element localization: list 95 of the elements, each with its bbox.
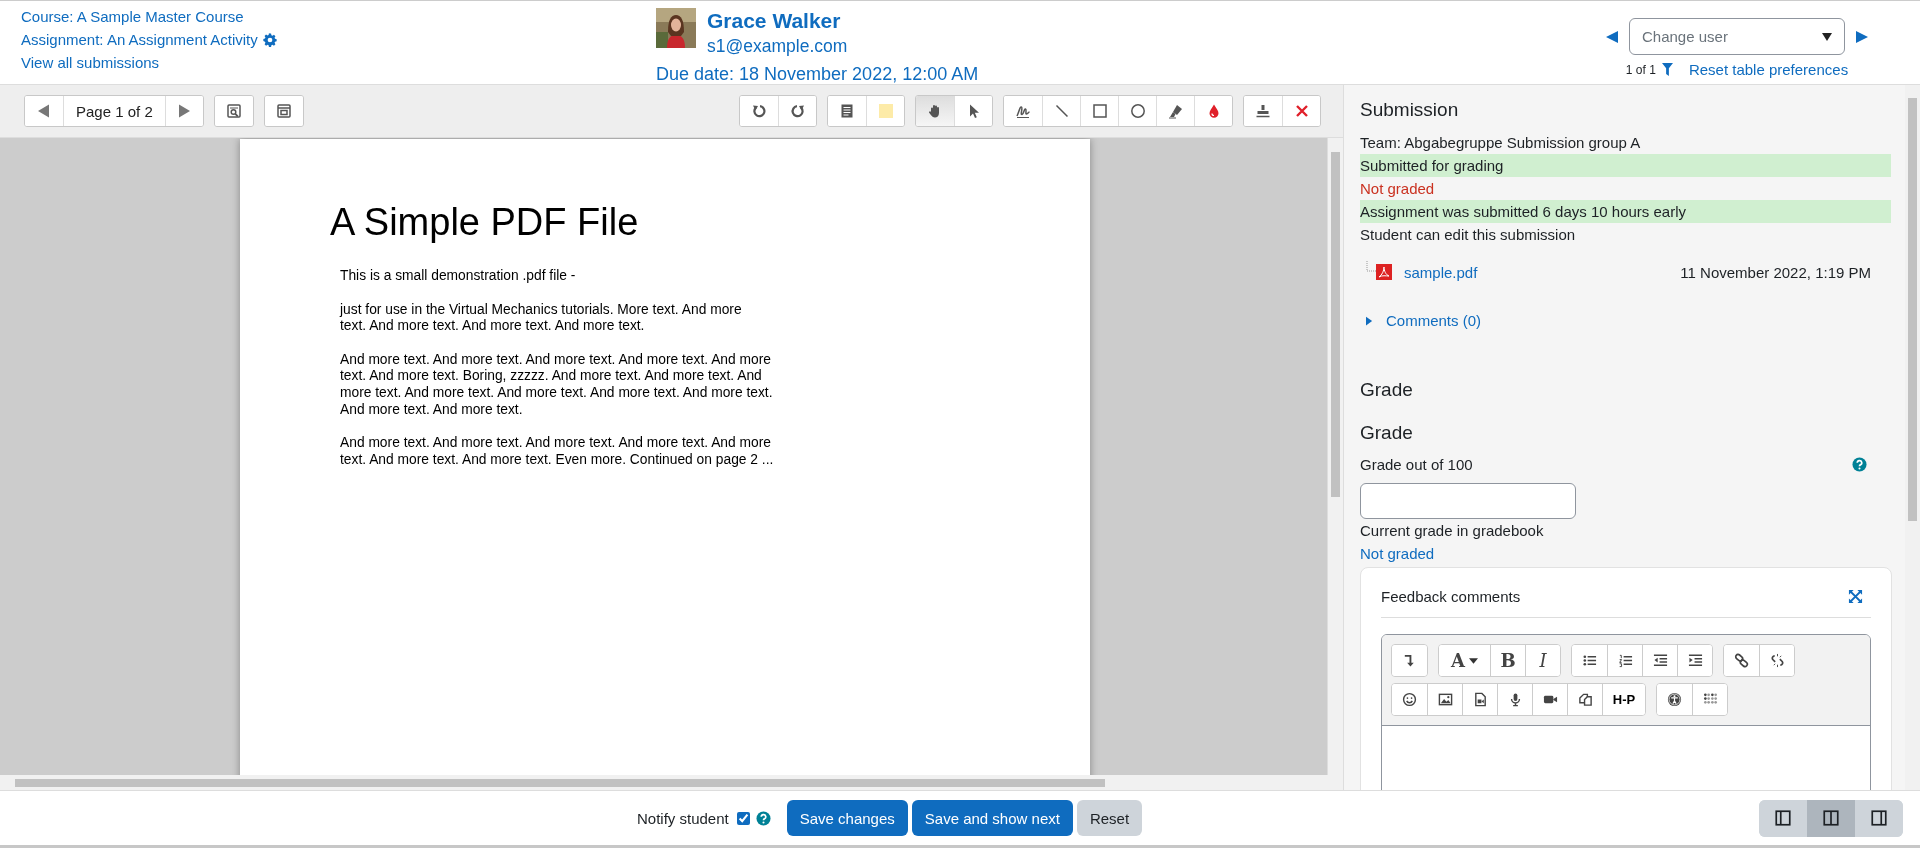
close-icon xyxy=(1293,103,1310,119)
caret-icon[interactable] xyxy=(1366,315,1373,326)
current-grade-link[interactable]: Not graded xyxy=(1360,542,1891,565)
previous-user-icon[interactable] xyxy=(1604,28,1620,45)
split-panel-icon xyxy=(1822,809,1840,827)
accessibility-icon xyxy=(1667,692,1682,707)
drop-button[interactable] xyxy=(1194,96,1232,126)
stamp-icon xyxy=(1255,103,1271,119)
vertical-scrollbar[interactable] xyxy=(1905,85,1920,790)
return-button[interactable] xyxy=(1392,645,1427,676)
user-count: 1 of 1 xyxy=(1625,62,1656,77)
view-submissions-link[interactable]: View all submissions xyxy=(21,54,656,71)
user-email: s1@example.com xyxy=(707,35,849,58)
pdf-file-icon xyxy=(1376,264,1392,280)
pdf-paragraph: And more text. And more text. And more text. And more text. And more text. And more text. And more text. Even more. Continued on page 2 ... xyxy=(340,435,775,469)
rotate-right-button[interactable] xyxy=(778,96,816,126)
status-text: Submitted for grading xyxy=(1360,154,1891,177)
braille-dots-icon xyxy=(1702,692,1718,707)
user-name[interactable]: Grace Walker xyxy=(707,8,979,34)
caret-icon xyxy=(1469,657,1478,664)
vertical-scrollbar[interactable] xyxy=(1327,138,1343,775)
comments-link[interactable]: Comments (0) xyxy=(1386,312,1482,329)
numbered-list-icon xyxy=(1617,653,1633,668)
section-heading: Submission xyxy=(1360,99,1460,121)
copy-icon xyxy=(1577,692,1593,707)
text-editor[interactable]: A B I H-P xyxy=(1381,634,1871,790)
highlighter-icon xyxy=(1167,103,1184,119)
delete-button[interactable] xyxy=(1282,96,1320,126)
rectangle-icon xyxy=(1091,103,1108,119)
rotate-right-icon xyxy=(789,103,806,119)
expand-icon[interactable] xyxy=(1848,589,1863,604)
due-date: Due date: 18 November 2022, 12:00 AM xyxy=(656,63,979,86)
media-file-icon xyxy=(1472,692,1488,707)
note-icon xyxy=(839,103,855,119)
help-icon[interactable] xyxy=(1852,457,1867,472)
window-button[interactable] xyxy=(264,96,303,126)
swatch-button[interactable] xyxy=(866,96,904,126)
footer-button[interactable]: Save changes xyxy=(786,800,908,836)
reset-preferences-link[interactable]: Reset table preferences xyxy=(1688,61,1849,78)
indent-icon xyxy=(1687,653,1703,668)
tree-connector-icon xyxy=(1366,261,1376,273)
dropdown-caret-icon xyxy=(1822,32,1832,41)
status-text: Assignment was submitted 6 days 10 hours early xyxy=(1360,200,1891,223)
outdent-icon xyxy=(1652,653,1668,668)
notify-checkbox[interactable] xyxy=(736,811,750,825)
team-text: Team: Abgabegruppe Submission group A xyxy=(1360,133,1642,153)
section-heading: Grade xyxy=(1360,422,1414,444)
pdf-title: A Simple PDF File xyxy=(330,201,640,244)
next-user-icon[interactable] xyxy=(1854,28,1870,45)
notify-label: Notify student xyxy=(637,809,729,827)
pdf-paragraph: And more text. And more text. And more text. And more text. And more text. And more text. Boring, zzzzz. And more text. And more text. And more text. And more text. And more text. And more text. And more text. And more text. And more text. xyxy=(340,351,774,419)
pdf-paragraph: just for use in the Virtual Mechanics tutorials. More text. And more text. And more text. And more text. And more text. xyxy=(340,301,743,335)
feedback-title: Feedback comments xyxy=(1381,588,1521,605)
pen-icon xyxy=(1015,103,1031,119)
footer-button[interactable]: Save and show next xyxy=(911,800,1073,836)
status-text: Not graded xyxy=(1360,179,1436,199)
assignment-link[interactable]: Assignment: An Assignment Activity xyxy=(21,31,258,48)
file-date: 11 November 2022, 1:19 PM xyxy=(1680,263,1871,281)
right-panel-icon xyxy=(1870,809,1888,827)
grade-input[interactable] xyxy=(1360,483,1576,519)
link-icon xyxy=(1734,653,1749,668)
pointer-button[interactable] xyxy=(954,96,992,126)
smiley-icon xyxy=(1402,692,1417,707)
section-heading: Grade xyxy=(1360,379,1414,401)
italic-button[interactable]: I xyxy=(1525,645,1560,676)
circle-icon xyxy=(1129,103,1146,119)
unlink-icon xyxy=(1769,653,1785,668)
window-icon xyxy=(275,103,292,119)
logo-button[interactable]: H-P xyxy=(1602,684,1645,715)
current-grade-label: Current grade in gradebook xyxy=(1360,521,1545,541)
gear-icon[interactable] xyxy=(262,32,277,47)
left-triangle-icon xyxy=(36,103,52,119)
pdf-paragraph: This is a small demonstration .pdf file - xyxy=(340,268,577,285)
bulleted-list-icon xyxy=(1582,653,1597,668)
zoom-page-button[interactable] xyxy=(214,96,253,126)
next-page-button[interactable] xyxy=(164,96,203,126)
footer-button[interactable]: Reset xyxy=(1076,800,1143,836)
line-icon xyxy=(1053,103,1070,119)
change-user-select[interactable]: Change user xyxy=(1629,18,1845,55)
panel-both-button[interactable] xyxy=(1807,799,1855,837)
image-icon xyxy=(1437,692,1453,707)
left-panel-icon xyxy=(1774,809,1792,827)
status-text: Student can edit this submission xyxy=(1360,225,1577,245)
unlink-button[interactable] xyxy=(1759,645,1794,676)
file-link[interactable]: sample.pdf xyxy=(1404,263,1478,281)
help-icon[interactable] xyxy=(755,810,771,826)
indent-button[interactable] xyxy=(1677,645,1712,676)
course-link[interactable]: Course: A Sample Master Course xyxy=(21,8,656,25)
dots-button[interactable] xyxy=(1692,684,1727,715)
hand-button[interactable] xyxy=(916,96,954,126)
filter-icon[interactable] xyxy=(1661,63,1673,76)
magnifier-page-icon xyxy=(225,103,242,119)
color-swatch-icon xyxy=(877,103,894,119)
rotate-left-icon xyxy=(751,103,767,119)
grade-label: Grade out of 100 xyxy=(1360,456,1473,473)
